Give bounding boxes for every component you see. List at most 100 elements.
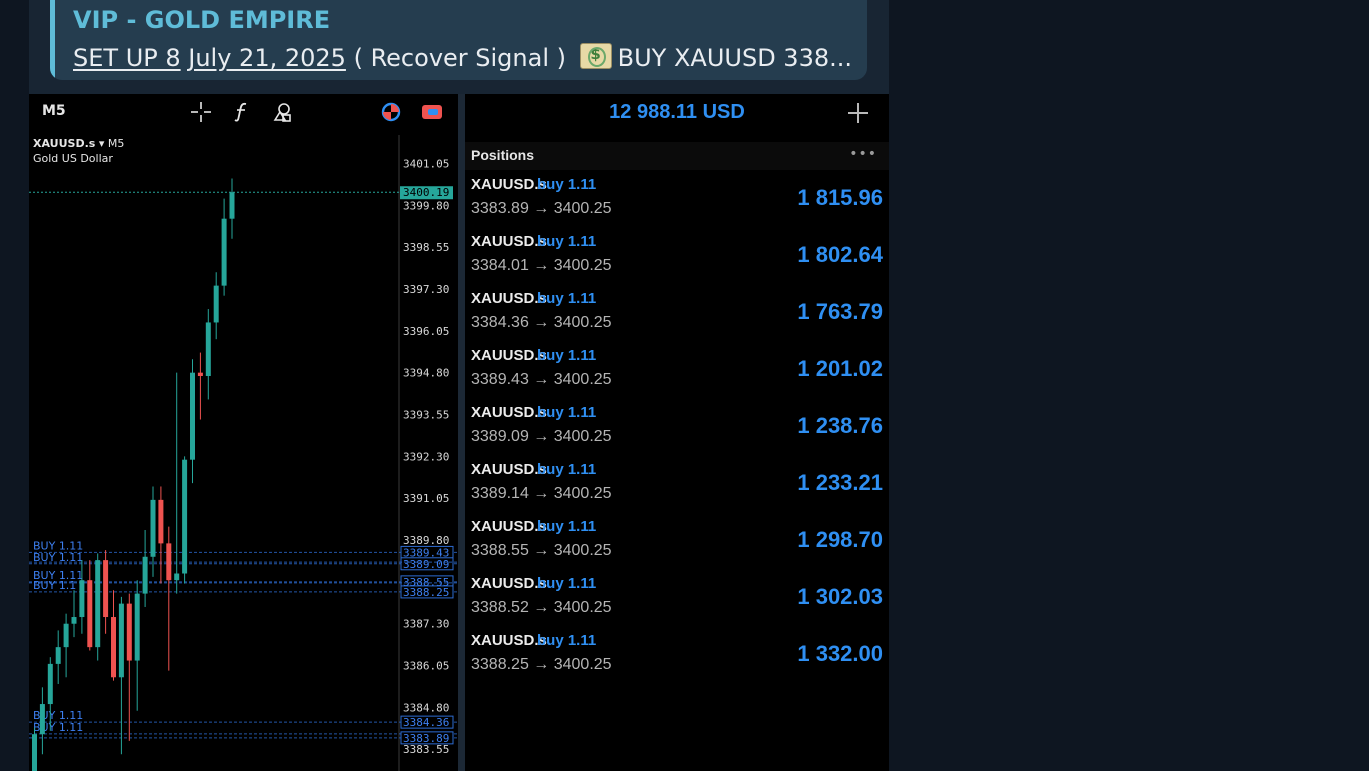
symbol-name: XAUUSD.s — [33, 137, 96, 150]
trading-screenshot: 3401.05 3399.80 3398.55 3397.30 3396.05 3394.… — [29, 94, 889, 771]
candle-body — [55, 647, 61, 664]
reply-channel-title: VIP - GOLD EMPIRE — [73, 6, 331, 34]
candle-body — [134, 593, 140, 661]
position-symbol: XAUUSD.s — [471, 404, 547, 421]
position-profit: 1 298.70 — [797, 527, 883, 552]
candle-body — [158, 499, 164, 544]
position-symbol: XAUUSD.s — [471, 347, 547, 364]
position-profit: 1 302.03 — [797, 584, 883, 609]
toggle-icon[interactable] — [421, 101, 443, 123]
y-tick-label: 3401.05 — [403, 157, 449, 170]
candle-body — [126, 603, 132, 661]
position-side: buy 1.11 — [537, 632, 597, 649]
candle-body — [39, 704, 45, 735]
current-price-label: 3400.19 — [403, 186, 449, 199]
position-row[interactable]: XAUUSD.s buy 1.11 3388.55 → 3400.25 1 29… — [465, 518, 889, 575]
position-prices: 3388.55 → 3400.25 — [471, 542, 612, 559]
candle-body — [174, 573, 180, 581]
positions-panel: 12 988.11 USD Positions ••• XAUUSD.s buy… — [465, 94, 889, 771]
trade-summary: BUY XAUUSD 338... — [617, 44, 852, 72]
position-row[interactable]: XAUUSD.s buy 1.11 3383.89 → 3400.25 1 81… — [465, 176, 889, 233]
chart-symbol[interactable]: XAUUSD.s ▾ M5 — [33, 137, 124, 150]
candle-body — [111, 617, 116, 678]
position-profit: 1 201.02 — [797, 356, 883, 381]
setup-link[interactable]: SET UP 8 — [73, 44, 181, 72]
crosshair-icon[interactable] — [190, 101, 212, 123]
position-prices: 3389.14 → 3400.25 — [471, 485, 612, 502]
add-order-button[interactable] — [848, 103, 868, 123]
candle-body — [118, 603, 124, 678]
position-side: buy 1.11 — [537, 404, 597, 421]
position-row[interactable]: XAUUSD.s buy 1.11 3389.43 → 3400.25 1 20… — [465, 347, 889, 404]
position-price-label: 3383.89 — [403, 732, 449, 745]
position-side: buy 1.11 — [537, 518, 597, 535]
y-tick-label: 3384.80 — [403, 701, 449, 714]
y-tick-label: 3392.30 — [403, 450, 449, 463]
position-side: buy 1.11 — [537, 176, 597, 193]
position-row[interactable]: XAUUSD.s buy 1.11 3388.25 → 3400.25 1 33… — [465, 632, 889, 689]
indicator-f-icon[interactable] — [231, 101, 253, 123]
positions-header: Positions ••• — [465, 142, 889, 170]
position-row[interactable]: XAUUSD.s buy 1.11 3388.52 → 3400.25 1 30… — [465, 575, 889, 632]
position-profit: 1 763.79 — [797, 299, 883, 324]
candle-body — [190, 372, 195, 460]
money-bag-emoji — [579, 43, 612, 69]
position-side: buy 1.11 — [537, 233, 597, 250]
candle-body — [63, 623, 69, 648]
y-tick-label: 3391.05 — [403, 492, 449, 505]
candle-body — [47, 663, 53, 705]
position-profit: 1 233.21 — [797, 470, 883, 495]
trade-toggle-icon[interactable] — [380, 101, 402, 123]
symbol-timeframe: M5 — [107, 137, 125, 150]
position-prices: 3388.52 → 3400.25 — [471, 599, 612, 616]
y-tick-label: 3386.05 — [403, 660, 449, 673]
dropdown-arrow-icon: ▾ — [98, 137, 105, 150]
reply-message-preview: SET UP 8 July 21, 2025 ( Recover Signal … — [73, 43, 853, 72]
chart-toolbar: M5 — [29, 94, 458, 130]
position-row[interactable]: XAUUSD.s buy 1.11 3384.01 → 3400.25 1 80… — [465, 233, 889, 290]
signal-note: ( Recover Signal ) — [353, 44, 566, 72]
candle-body — [205, 322, 211, 377]
position-row[interactable]: XAUUSD.s buy 1.11 3389.14 → 3400.25 1 23… — [465, 461, 889, 518]
candle-body — [197, 372, 203, 377]
position-row[interactable]: XAUUSD.s buy 1.11 3384.36 → 3400.25 1 76… — [465, 290, 889, 347]
position-prices: 3383.89 → 3400.25 — [471, 200, 612, 217]
candle-body — [87, 580, 93, 648]
candlestick-chart: 3401.05 3399.80 3398.55 3397.30 3396.05 3394.… — [29, 135, 458, 771]
position-symbol: XAUUSD.s — [471, 461, 547, 478]
candle-body — [142, 556, 148, 594]
candle-body — [221, 218, 227, 286]
shapes-icon[interactable] — [272, 101, 294, 123]
candle-body — [166, 543, 172, 581]
account-balance: 12 988.11 USD — [609, 101, 745, 123]
position-price-label: 3389.09 — [403, 558, 449, 571]
chart-panel: 3401.05 3399.80 3398.55 3397.30 3396.05 3394.… — [29, 94, 458, 771]
timeframe-selector[interactable]: M5 — [42, 103, 66, 119]
position-symbol: XAUUSD.s — [471, 233, 547, 250]
candle-body — [213, 285, 219, 323]
reply-quote[interactable]: VIP - GOLD EMPIRE SET UP 8 July 21, 2025… — [50, 0, 867, 80]
candle-body — [150, 499, 156, 557]
y-tick-label: 3383.55 — [403, 743, 449, 756]
symbol-description: Gold US Dollar — [33, 152, 113, 165]
y-tick-label: 3398.55 — [403, 241, 449, 254]
position-symbol: XAUUSD.s — [471, 575, 547, 592]
candle-body — [229, 192, 235, 219]
position-prices: 3389.09 → 3400.25 — [471, 428, 612, 445]
position-row[interactable]: XAUUSD.s buy 1.11 3389.09 → 3400.25 1 23… — [465, 404, 889, 461]
y-tick-label: 3393.55 — [403, 409, 449, 422]
position-side: buy 1.11 — [537, 290, 597, 307]
position-profit: 1 238.76 — [797, 413, 883, 438]
more-options-icon[interactable]: ••• — [849, 146, 877, 162]
position-symbol: XAUUSD.s — [471, 518, 547, 535]
reply-accent-bar — [50, 0, 55, 80]
position-prices: 3389.43 → 3400.25 — [471, 371, 612, 388]
position-tag: BUY 1.1 — [33, 579, 76, 592]
positions-title: Positions — [471, 147, 535, 163]
candle-body — [182, 459, 188, 574]
date-link[interactable]: July 21, 2025 — [188, 44, 346, 72]
position-prices: 3388.25 → 3400.25 — [471, 656, 612, 673]
y-tick-label: 3387.30 — [403, 618, 449, 631]
y-tick-label: 3396.05 — [403, 325, 449, 338]
position-prices: 3384.01 → 3400.25 — [471, 257, 612, 274]
